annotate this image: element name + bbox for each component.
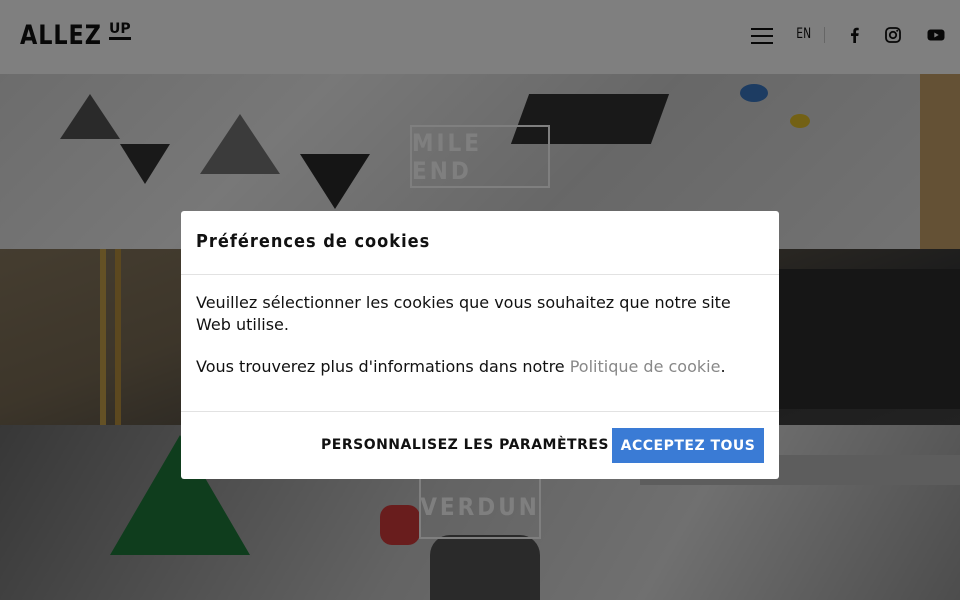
modal-footer: PERSONNALISEZ LES PARAMÈTRES ACCEPTEZ TO… xyxy=(181,412,779,478)
accept-all-button[interactable]: ACCEPTEZ TOUS xyxy=(612,428,764,463)
cookie-description: Veuillez sélectionner les cookies que vo… xyxy=(196,293,731,334)
cookie-policy-text: Vous trouverez plus d'informations dans … xyxy=(196,356,764,378)
modal-header: Préférences de cookies xyxy=(181,211,779,275)
cookie-policy-link[interactable]: Politique de cookie xyxy=(570,357,721,376)
policy-text-suffix: . xyxy=(720,357,726,376)
customize-settings-button[interactable]: PERSONNALISEZ LES PARAMÈTRES xyxy=(321,437,609,453)
cookie-preferences-modal: Préférences de cookies Veuillez sélectio… xyxy=(181,211,779,479)
modal-title: Préférences de cookies xyxy=(196,231,431,252)
policy-text-prefix: Vous trouverez plus d'informations dans … xyxy=(196,357,570,376)
modal-body: Veuillez sélectionner les cookies que vo… xyxy=(181,275,779,412)
